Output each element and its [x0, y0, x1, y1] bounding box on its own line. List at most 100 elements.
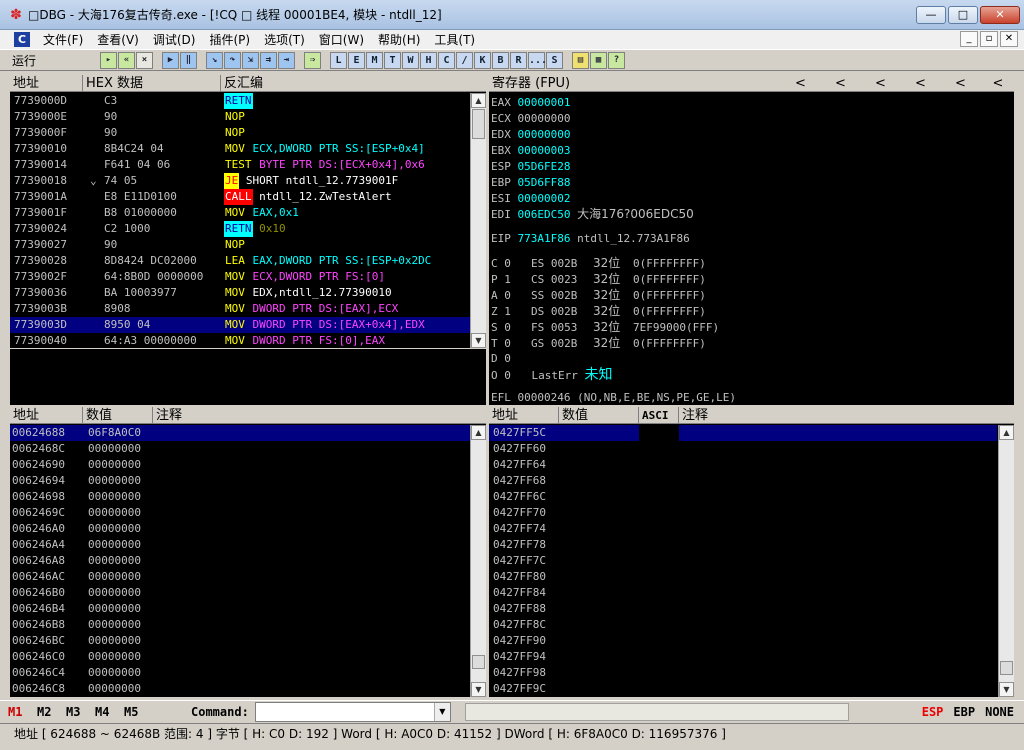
breakpoints-button[interactable]: B [492, 51, 509, 69]
disasm-row[interactable]: 7739003D 8950 04 MOV DWORD PTR DS:[EAX+0x4… [10, 317, 470, 333]
dump-row[interactable]: 006246B4 00000000 [10, 601, 470, 617]
trace-into-icon[interactable]: ⇲ [242, 51, 259, 69]
pause-icon[interactable]: ‖ [180, 51, 197, 69]
register-esp[interactable]: ESP 05D6FE28 [491, 158, 570, 174]
stack-row[interactable]: 0427FF64 [489, 457, 998, 473]
dump-row[interactable]: 006246AC 00000000 [10, 569, 470, 585]
cpu-window-icon[interactable]: C [14, 32, 30, 47]
dump-row[interactable]: 006246BC 00000000 [10, 633, 470, 649]
stack-row[interactable]: 0427FF88 [489, 601, 998, 617]
disasm-row[interactable]: 7739003B 8908 MOV DWORD PTR DS:[EAX],ECX [10, 301, 470, 317]
open-icon[interactable]: ▸ [100, 51, 117, 69]
marker-m4[interactable]: M4 [95, 705, 116, 719]
memory-dump-pane[interactable]: 地址 数值 注释 00624688 06F8A0C0 0062468C 0000000… [10, 407, 486, 697]
disasm-row[interactable]: 77390014 F641 04 06 TEST BYTE PTR DS:[ECX+… [10, 157, 470, 173]
col-hex[interactable]: HEX 数据 [83, 75, 221, 91]
run-trace-button[interactable]: ... [528, 51, 547, 69]
stack-scroll-thumb[interactable] [1000, 661, 1013, 675]
menu-window[interactable]: 窗口(W) [312, 31, 371, 48]
dump-row[interactable]: 006246A0 00000000 [10, 521, 470, 537]
stack-row[interactable]: 0427FF8C [489, 617, 998, 633]
register-eax[interactable]: EAX 00000001 [491, 94, 570, 110]
mdi-close-button[interactable]: ✕ [1000, 31, 1018, 47]
segment-row[interactable]: A 0 SS 002B 32位 0(FFFFFFFF) [491, 287, 706, 303]
dump-row[interactable]: 006246A8 00000000 [10, 553, 470, 569]
eip-register[interactable]: EIP 773A1F86 ntdll_12.773A1F86 [491, 231, 690, 247]
step-into-icon[interactable]: ↘ [206, 51, 223, 69]
cpu-button[interactable]: C [438, 51, 455, 69]
menu-view[interactable]: 查看(V) [90, 31, 146, 48]
register-edx[interactable]: EDX 00000000 [491, 126, 570, 142]
reg-arrow-3[interactable]: < [859, 75, 899, 91]
dump-scrollbar[interactable]: ▲ ▼ [470, 425, 486, 697]
register-ebp[interactable]: EBP 05D6FF88 [491, 174, 570, 190]
execute-till-return-icon[interactable]: ⇥ [278, 51, 295, 69]
reg-arrow-2[interactable]: < [819, 75, 859, 91]
maximize-button[interactable]: □ [948, 6, 978, 24]
options-icon[interactable]: ▤ [572, 51, 589, 69]
register-ebx[interactable]: EBX 00000003 [491, 142, 570, 158]
stack-scroll-down-icon[interactable]: ▼ [999, 682, 1014, 697]
segment-row[interactable]: T 0 GS 002B 32位 0(FFFFFFFF) [491, 335, 706, 351]
disasm-row[interactable]: 7739001F B8 01000000 MOV EAX,0x1 [10, 205, 470, 221]
disasm-row[interactable]: 77390027 90 NOP [10, 237, 470, 253]
marker-m2[interactable]: M2 [37, 705, 58, 719]
stack-row[interactable]: 0427FF98 [489, 665, 998, 681]
menu-help[interactable]: 帮助(H) [371, 31, 427, 48]
dump-row[interactable]: 00624694 00000000 [10, 473, 470, 489]
marker-m3[interactable]: M3 [66, 705, 87, 719]
stack-row[interactable]: 0427FF94 [489, 649, 998, 665]
stack-row[interactable]: 0427FF90 [489, 633, 998, 649]
segment-row[interactable]: P 1 CS 0023 32位 0(FFFFFFFF) [491, 271, 706, 287]
threads-button[interactable]: T [384, 51, 401, 69]
memory-map-button[interactable]: M [366, 51, 383, 69]
stack-row[interactable]: 0427FF9C [489, 681, 998, 697]
stack-row[interactable]: 0427FF5C [489, 425, 998, 441]
dump-row[interactable]: 006246C8 00000000 [10, 681, 470, 697]
stack-row[interactable]: 0427FF70 [489, 505, 998, 521]
registers-title[interactable]: 寄存器 (FPU) [489, 75, 779, 91]
stack-scroll-up-icon[interactable]: ▲ [999, 425, 1014, 440]
dump-row[interactable]: 006246B0 00000000 [10, 585, 470, 601]
dump-scroll-up-icon[interactable]: ▲ [471, 425, 486, 440]
segment-row[interactable]: Z 1 DS 002B 32位 0(FFFFFFFF) [491, 303, 706, 319]
register-ecx[interactable]: ECX 00000000 [491, 110, 570, 126]
disasm-row[interactable]: 77390036 BA 10003977 MOV EDX,ntdll_12.7739… [10, 285, 470, 301]
dump-row[interactable]: 0062469C 00000000 [10, 505, 470, 521]
reg-arrow-1[interactable]: < [779, 75, 819, 91]
disasm-row[interactable]: 7739001A E8 E11D0100 CALL ntdll_12.ZwTestA… [10, 189, 470, 205]
register-edi[interactable]: EDI 006EDC50 大海176?006EDC50 [491, 206, 694, 222]
disasm-row[interactable]: 77390040 64:A3 00000000 MOV DWORD PTR FS:[… [10, 333, 470, 348]
stack-col-ascii[interactable]: ASCI [639, 407, 679, 423]
trace-over-icon[interactable]: ⇉ [260, 51, 277, 69]
ebp-button[interactable]: EBP [953, 705, 975, 719]
dump-col-comment[interactable]: 注释 [153, 407, 486, 423]
esp-button[interactable]: ESP [922, 705, 944, 719]
call-stack-button[interactable]: K [474, 51, 491, 69]
executables-button[interactable]: E [348, 51, 365, 69]
flag-o[interactable]: O 0 LastErr 未知 [491, 367, 612, 383]
command-input[interactable]: ▼ [254, 702, 451, 722]
disasm-row[interactable]: 77390028 8D8424 DC02000 LEA EAX,DWORD PTR … [10, 253, 470, 269]
col-address[interactable]: 地址 [10, 75, 83, 91]
reg-arrow-5[interactable]: < [939, 75, 979, 91]
menu-tools[interactable]: 工具(T) [427, 31, 482, 48]
help-icon[interactable]: ? [608, 51, 625, 69]
scroll-down-icon[interactable]: ▼ [471, 333, 486, 348]
close-process-icon[interactable]: × [136, 51, 153, 69]
dump-col-value[interactable]: 数值 [83, 407, 153, 423]
marker-m5[interactable]: M5 [124, 705, 145, 719]
disasm-row[interactable]: 77390018 ⌄ 74 05 JE SHORT ntdll_12.7739001F [10, 173, 470, 189]
dump-row[interactable]: 00624688 06F8A0C0 [10, 425, 470, 441]
stack-col-value[interactable]: 数值 [559, 407, 639, 423]
dump-row[interactable]: 006246A4 00000000 [10, 537, 470, 553]
mdi-minimize-button[interactable]: _ [960, 31, 978, 47]
chevron-down-icon[interactable]: ▼ [433, 703, 450, 721]
go-to-icon[interactable]: ⇒ [304, 51, 321, 69]
dump-row[interactable]: 006246B8 00000000 [10, 617, 470, 633]
scroll-thumb[interactable] [472, 109, 485, 139]
mdi-restore-button[interactable]: ▫ [980, 31, 998, 47]
disassembly-pane[interactable]: 地址 HEX 数据 反汇编 7739000D C3 RETN 7739000E 90 N… [10, 75, 486, 348]
stack-row[interactable]: 0427FF68 [489, 473, 998, 489]
efl-register[interactable]: EFL 00000246 (NO,NB,E,BE,NS,PE,GE,LE) [491, 390, 736, 405]
